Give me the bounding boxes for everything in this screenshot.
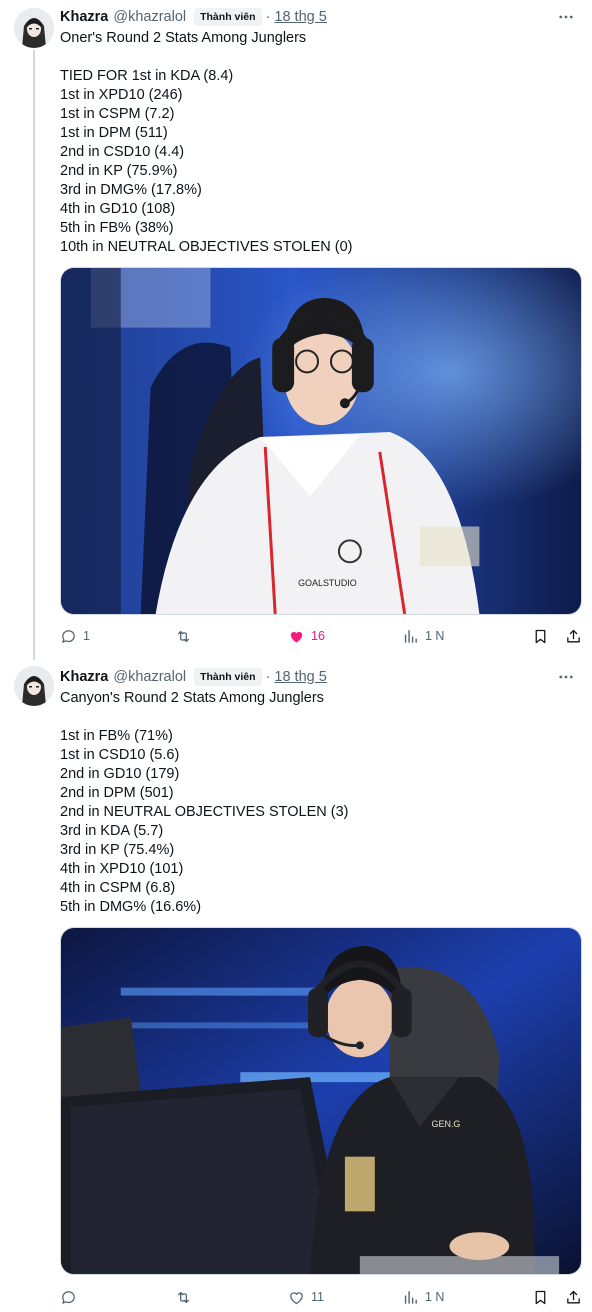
view-count: 1 N bbox=[425, 629, 445, 643]
like-count: 16 bbox=[311, 629, 325, 643]
tweet-text-line: 4th in CSPM (6.8) bbox=[60, 880, 176, 896]
reply-count: 1 bbox=[83, 629, 90, 643]
tweet-text-line: 4th in GD10 (108) bbox=[60, 201, 176, 217]
tweet-text-line: 2nd in DPM (501) bbox=[60, 785, 174, 801]
tweet-text-line: 5th in DMG% (16.6%) bbox=[60, 899, 202, 915]
tweet-header: Khazra @khazralol Thành viên · 18 thg 5 bbox=[60, 7, 578, 27]
retweet-button[interactable] bbox=[174, 1289, 234, 1306]
tweet-date[interactable]: 18 thg 5 bbox=[274, 667, 326, 687]
tweet-text-line: Oner's Round 2 Stats Among Junglers bbox=[60, 30, 307, 46]
tweet-text-line: 2nd in CSD10 (4.4) bbox=[60, 144, 185, 160]
author-handle[interactable]: @khazralol bbox=[113, 7, 186, 27]
heart-filled-icon bbox=[288, 628, 305, 645]
tweet-text-line: 1st in CSPM (7.2) bbox=[60, 106, 175, 122]
tweet-text-line: 3rd in KDA (5.7) bbox=[60, 823, 164, 839]
tweet-text-line: TIED FOR 1st in KDA (8.4) bbox=[60, 68, 234, 84]
retweet-icon bbox=[174, 1289, 193, 1306]
heart-icon bbox=[288, 1289, 305, 1306]
views-chart-icon bbox=[402, 1289, 419, 1306]
view-count: 1 N bbox=[425, 1290, 445, 1304]
tweet[interactable]: Khazra @khazralol Thành viên · 18 thg 5 … bbox=[0, 660, 592, 1312]
share-icon[interactable] bbox=[565, 1289, 582, 1306]
tweet-text-line bbox=[60, 48, 578, 67]
tweet-text-line: 1st in DPM (511) bbox=[60, 125, 168, 141]
tweet-text-line: Canyon's Round 2 Stats Among Junglers bbox=[60, 690, 324, 706]
retweet-icon bbox=[174, 628, 193, 645]
tweet-text-line: 2nd in GD10 (179) bbox=[60, 766, 180, 782]
tweet-header: Khazra @khazralol Thành viên · 18 thg 5 bbox=[60, 667, 578, 687]
tweet-text-line: 1st in CSD10 (5.6) bbox=[60, 747, 180, 763]
tweet-actions: 1 16 1 N bbox=[60, 625, 582, 647]
tweet-secondary-actions bbox=[516, 628, 582, 645]
like-count: 11 bbox=[311, 1290, 324, 1304]
views-button[interactable]: 1 N bbox=[402, 628, 462, 645]
tweet-text-line: 3rd in KP (75.4%) bbox=[60, 842, 175, 858]
retweet-button[interactable] bbox=[174, 628, 234, 645]
tweet-text-line: 5th in FB% (38%) bbox=[60, 220, 174, 236]
tweet-text-line bbox=[60, 708, 578, 727]
tweet-text: Canyon's Round 2 Stats Among Junglers 1s… bbox=[60, 689, 578, 917]
reply-icon bbox=[60, 1289, 77, 1306]
separator-dot: · bbox=[265, 669, 271, 685]
bookmark-icon[interactable] bbox=[532, 1289, 549, 1306]
tweet-text-line: 4th in XPD10 (101) bbox=[60, 861, 184, 877]
tweet-text-line: 10th in NEUTRAL OBJECTIVES STOLEN (0) bbox=[60, 239, 353, 255]
tweet-text: Oner's Round 2 Stats Among Junglers TIED… bbox=[60, 29, 578, 257]
author-name[interactable]: Khazra bbox=[60, 7, 108, 27]
bookmark-icon[interactable] bbox=[532, 628, 549, 645]
tweet-actions: 11 1 N bbox=[60, 1286, 582, 1308]
author-name[interactable]: Khazra bbox=[60, 667, 108, 687]
separator-dot: · bbox=[265, 9, 271, 25]
tweet-text-line: 1st in XPD10 (246) bbox=[60, 87, 183, 103]
reply-button[interactable]: 1 bbox=[60, 628, 120, 645]
jersey-sponsor-text: GOALSTUDIO bbox=[298, 578, 357, 588]
more-options-icon[interactable] bbox=[554, 667, 578, 687]
author-handle[interactable]: @khazralol bbox=[113, 667, 186, 687]
tweet-text-line: 2nd in KP (75.9%) bbox=[60, 163, 178, 179]
like-button[interactable]: 11 bbox=[288, 1289, 348, 1306]
avatar[interactable] bbox=[14, 8, 54, 48]
tweet-secondary-actions bbox=[516, 1289, 582, 1306]
member-badge: Thành viên bbox=[194, 8, 262, 26]
more-options-icon[interactable] bbox=[554, 7, 578, 27]
thread-connector-line bbox=[33, 50, 35, 660]
tweet-date[interactable]: 18 thg 5 bbox=[274, 7, 326, 27]
tweet-text-line: 3rd in DMG% (17.8%) bbox=[60, 182, 202, 198]
reply-button[interactable] bbox=[60, 1289, 120, 1306]
views-button[interactable]: 1 N bbox=[402, 1289, 462, 1306]
tweet-text-line: 1st in FB% (71%) bbox=[60, 728, 173, 744]
like-button[interactable]: 16 bbox=[288, 628, 348, 645]
reply-icon bbox=[60, 628, 77, 645]
views-chart-icon bbox=[402, 628, 419, 645]
jersey-team-text: GEN.G bbox=[432, 1119, 461, 1129]
tweet-text-line: 2nd in NEUTRAL OBJECTIVES STOLEN (3) bbox=[60, 804, 349, 820]
share-icon[interactable] bbox=[565, 628, 582, 645]
tweet-photo[interactable]: GEN.G bbox=[60, 927, 582, 1275]
member-badge: Thành viên bbox=[194, 668, 262, 686]
tweet[interactable]: Khazra @khazralol Thành viên · 18 thg 5 … bbox=[0, 0, 592, 660]
avatar[interactable] bbox=[14, 666, 54, 706]
tweet-photo[interactable]: GOALSTUDIO bbox=[60, 267, 582, 615]
